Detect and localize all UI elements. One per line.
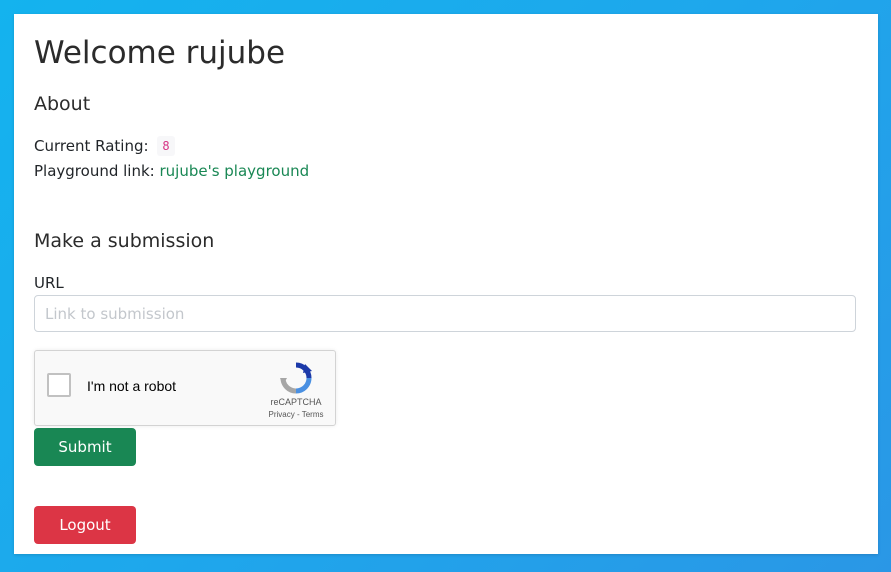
submission-heading: Make a submission — [34, 230, 215, 252]
current-rating-label: Current Rating: — [34, 137, 149, 155]
url-label: URL — [34, 274, 64, 292]
main-card: Welcome rujube About Current Rating: 8 P… — [14, 14, 878, 554]
about-heading: About — [34, 93, 91, 115]
logout-button[interactable]: Logout — [34, 506, 136, 544]
recaptcha-checkbox[interactable] — [47, 373, 71, 397]
recaptcha-checkbox-label: I'm not a robot — [87, 378, 177, 394]
page-title: Welcome rujube — [34, 35, 286, 71]
current-rating-row: Current Rating: 8 — [34, 135, 175, 157]
playground-row: Playground link: rujube's playground — [34, 160, 309, 182]
url-input[interactable] — [34, 295, 856, 332]
recaptcha-logo-icon — [279, 361, 313, 395]
playground-label: Playground link: — [34, 162, 155, 180]
playground-link[interactable]: rujube's playground — [159, 162, 309, 180]
recaptcha-terms-link[interactable]: Privacy - Terms — [257, 410, 335, 419]
recaptcha-widget: I'm not a robot reCAPTCHA Privacy - Term… — [34, 350, 336, 426]
rating-badge: 8 — [157, 136, 175, 156]
recaptcha-brand: reCAPTCHA — [270, 397, 322, 407]
submit-button[interactable]: Submit — [34, 428, 136, 466]
